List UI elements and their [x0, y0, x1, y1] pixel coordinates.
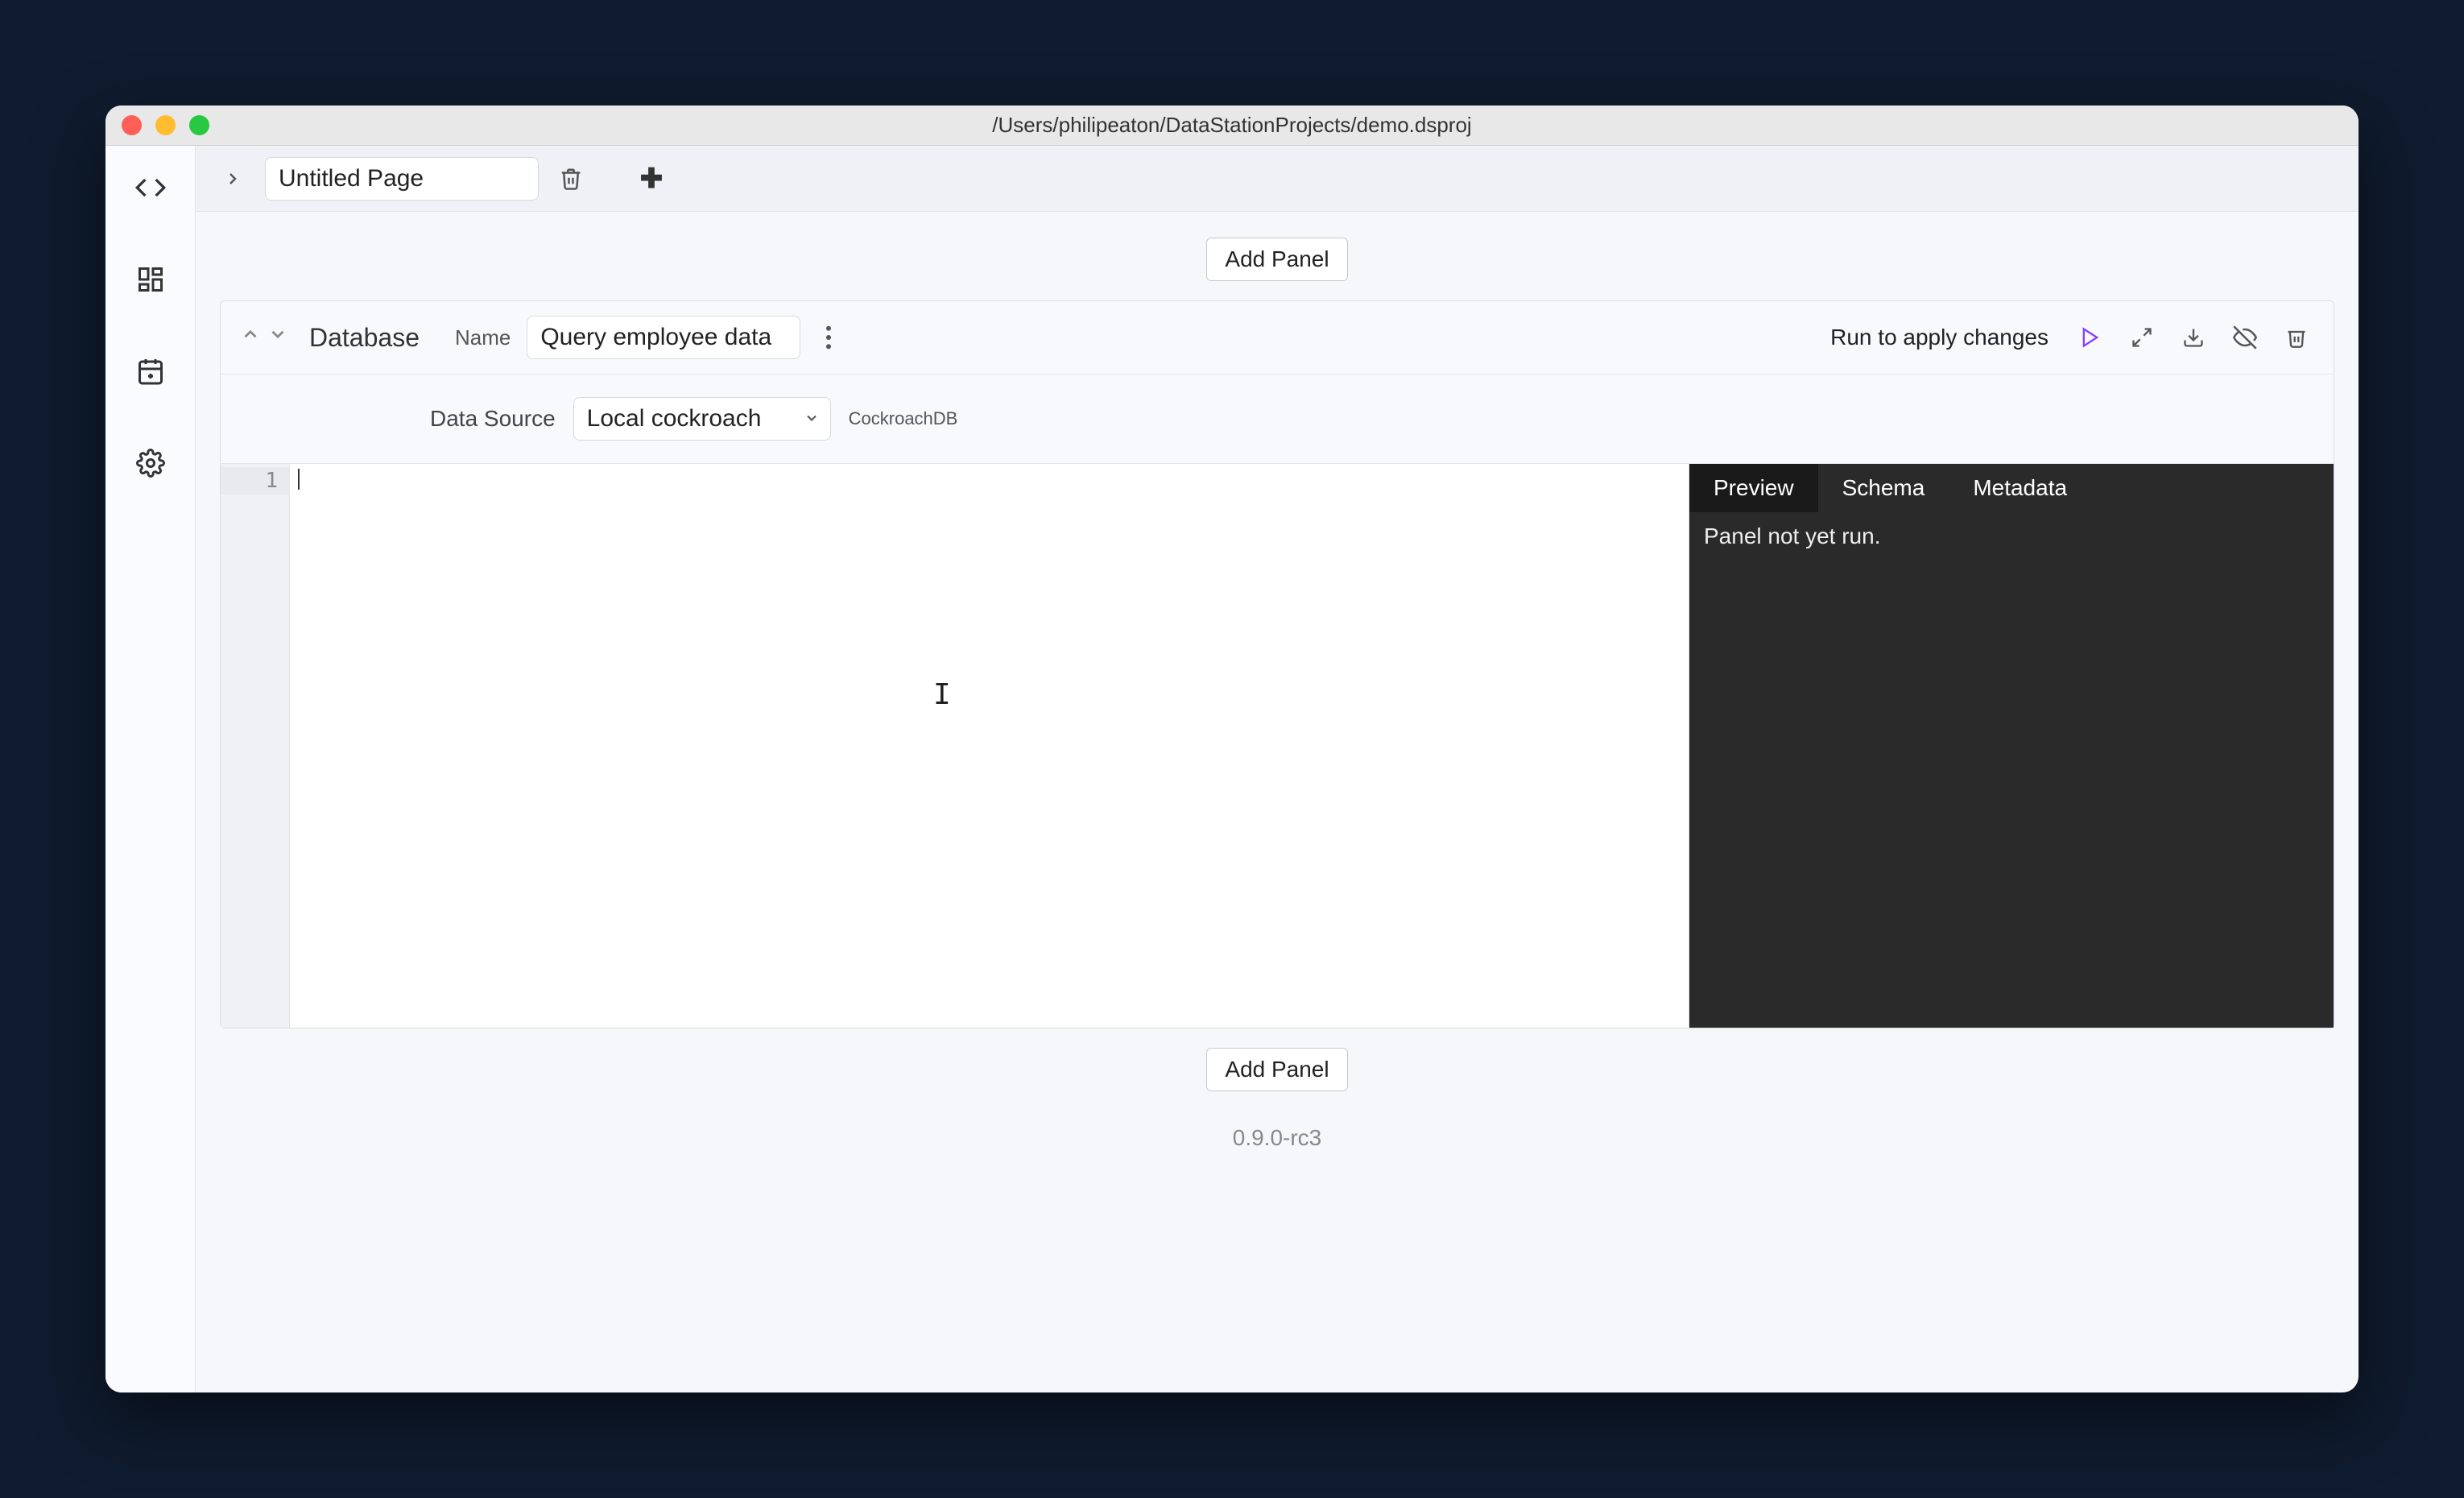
- tab-preview[interactable]: Preview: [1689, 464, 1818, 512]
- result-message: Panel not yet run.: [1704, 523, 1880, 548]
- window-title: /Users/philipeaton/DataStationProjects/d…: [992, 113, 1471, 138]
- results-pane: Preview Schema Metadata Panel not yet ru…: [1689, 464, 2334, 1028]
- data-source-label: Data Source: [430, 406, 556, 432]
- data-source-select-wrap: [573, 397, 831, 441]
- panel: Database Name Run to apply changes: [220, 300, 2334, 1028]
- calendar-icon[interactable]: [133, 354, 168, 389]
- download-button[interactable]: [2176, 320, 2211, 355]
- add-panel-top-wrap: Add Panel: [220, 228, 2334, 291]
- dashboard-icon[interactable]: [133, 262, 168, 297]
- sidebar: [105, 146, 196, 1392]
- fullscreen-button[interactable]: [2124, 320, 2160, 355]
- line-number: 1: [221, 467, 289, 495]
- run-panel-button[interactable]: [2073, 320, 2108, 355]
- run-hint-label: Run to apply changes: [1830, 325, 2049, 350]
- panel-reorder: [240, 324, 288, 351]
- line-gutter: 1: [221, 464, 290, 1028]
- minimize-window-button[interactable]: [155, 115, 176, 135]
- content: ✚ Add Panel: [105, 146, 2359, 1392]
- add-panel-button-bottom[interactable]: Add Panel: [1206, 1048, 1347, 1091]
- result-tabs: Preview Schema Metadata: [1689, 464, 2334, 512]
- page-tabs-row: ✚: [196, 146, 2359, 212]
- panel-body: 1 I Preview Schema Metadata: [221, 464, 2334, 1028]
- close-window-button[interactable]: [122, 115, 142, 135]
- app-window: /Users/philipeaton/DataStationProjects/d…: [105, 106, 2359, 1392]
- panel-menu-button[interactable]: [817, 321, 841, 354]
- panel-config-row: Data Source CockroachDB: [221, 374, 2334, 464]
- move-panel-up-button[interactable]: [240, 324, 261, 351]
- delete-page-button[interactable]: [555, 163, 587, 195]
- expand-sidebar-button[interactable]: [217, 163, 249, 195]
- db-engine-label: CockroachDB: [849, 408, 958, 429]
- panel-header: Database Name Run to apply changes: [221, 301, 2334, 374]
- tab-schema[interactable]: Schema: [1818, 464, 1949, 512]
- result-body: Panel not yet run.: [1689, 512, 2334, 1028]
- add-page-button[interactable]: ✚: [635, 163, 668, 195]
- code-editor[interactable]: 1 I: [221, 464, 1689, 1028]
- add-panel-button-top[interactable]: Add Panel: [1206, 238, 1347, 281]
- maximize-window-button[interactable]: [189, 115, 209, 135]
- gear-icon[interactable]: [133, 445, 168, 481]
- hide-button[interactable]: [2227, 320, 2263, 355]
- panel-name-input[interactable]: [527, 316, 800, 359]
- add-panel-bottom-wrap: Add Panel: [220, 1038, 2334, 1101]
- titlebar: /Users/philipeaton/DataStationProjects/d…: [105, 106, 2359, 146]
- code-icon[interactable]: [133, 170, 168, 205]
- text-cursor-icon: I: [933, 678, 951, 711]
- page-name-input[interactable]: [265, 157, 539, 201]
- window-controls: [122, 115, 209, 135]
- tab-metadata[interactable]: Metadata: [1949, 464, 2091, 512]
- delete-panel-button[interactable]: [2279, 320, 2314, 355]
- move-panel-down-button[interactable]: [267, 324, 288, 351]
- page-body: Add Panel Database Name: [196, 212, 2359, 1392]
- data-source-select[interactable]: [573, 397, 831, 441]
- text-caret: [298, 469, 300, 490]
- main: ✚ Add Panel: [196, 146, 2359, 1392]
- panel-name-label: Name: [455, 325, 511, 350]
- version-label: 0.9.0-rc3: [220, 1101, 2334, 1175]
- panel-type-label: Database: [309, 323, 420, 353]
- code-area[interactable]: I: [290, 464, 1689, 1028]
